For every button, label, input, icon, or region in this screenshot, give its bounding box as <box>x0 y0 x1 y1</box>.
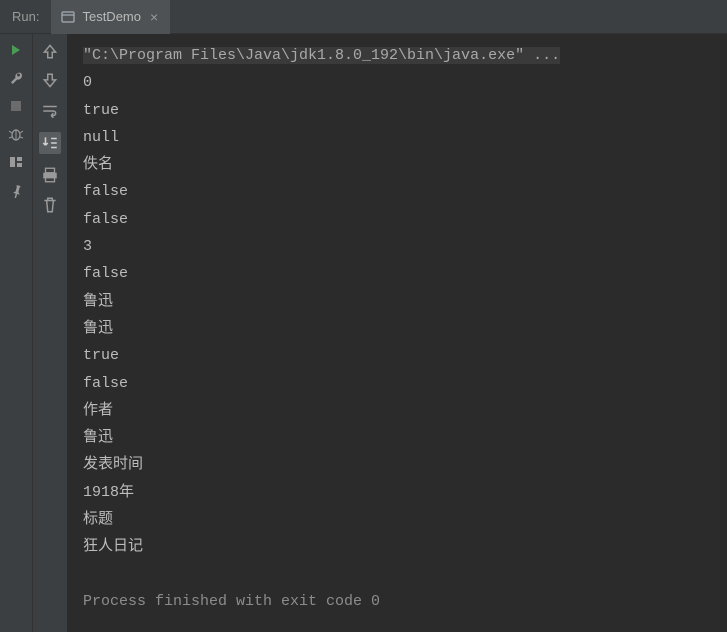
run-body: "C:\Program Files\Java\jdk1.8.0_192\bin\… <box>0 34 727 632</box>
output-line: true <box>83 97 711 124</box>
output-line: false <box>83 370 711 397</box>
output-line: 0 <box>83 69 711 96</box>
output-line: null <box>83 124 711 151</box>
run-label: Run: <box>0 9 51 24</box>
layout-icon[interactable] <box>8 154 24 170</box>
pin-icon[interactable] <box>8 182 24 198</box>
arrow-up-icon[interactable] <box>41 42 59 60</box>
print-icon[interactable] <box>41 166 59 184</box>
output-line: 标题 <box>83 506 711 533</box>
trash-icon[interactable] <box>41 196 59 214</box>
wrench-icon[interactable] <box>8 70 24 86</box>
tab-label: TestDemo <box>82 9 141 24</box>
output-line: false <box>83 178 711 205</box>
output-line: 3 <box>83 233 711 260</box>
stop-icon[interactable] <box>8 98 24 114</box>
bug-icon[interactable] <box>8 126 24 142</box>
scroll-to-end-icon[interactable] <box>39 132 61 154</box>
soft-wrap-icon[interactable] <box>41 102 59 120</box>
output-line: 鲁迅 <box>83 288 711 315</box>
application-icon <box>61 10 75 24</box>
output-line: 佚名 <box>83 151 711 178</box>
primary-toolbar <box>0 34 32 632</box>
run-tab[interactable]: TestDemo × <box>51 0 170 34</box>
close-tab-icon[interactable]: × <box>148 10 160 24</box>
run-tool-header: Run: TestDemo × <box>0 0 727 34</box>
arrow-down-icon[interactable] <box>41 72 59 90</box>
output-lines: 0truenull佚名falsefalse3false鲁迅鲁迅truefalse… <box>83 69 711 560</box>
secondary-toolbar <box>32 34 67 632</box>
output-line: 发表时间 <box>83 451 711 478</box>
output-line: 鲁迅 <box>83 315 711 342</box>
output-line: true <box>83 342 711 369</box>
output-line: false <box>83 260 711 287</box>
output-line: false <box>83 206 711 233</box>
output-line: 狂人日记 <box>83 533 711 560</box>
console-output[interactable]: "C:\Program Files\Java\jdk1.8.0_192\bin\… <box>67 34 727 632</box>
rerun-icon[interactable] <box>8 42 24 58</box>
command-line: "C:\Program Files\Java\jdk1.8.0_192\bin\… <box>83 42 711 69</box>
output-line: 鲁迅 <box>83 424 711 451</box>
output-line: 作者 <box>83 397 711 424</box>
process-exit-line: Process finished with exit code 0 <box>83 588 711 615</box>
output-line: 1918年 <box>83 479 711 506</box>
